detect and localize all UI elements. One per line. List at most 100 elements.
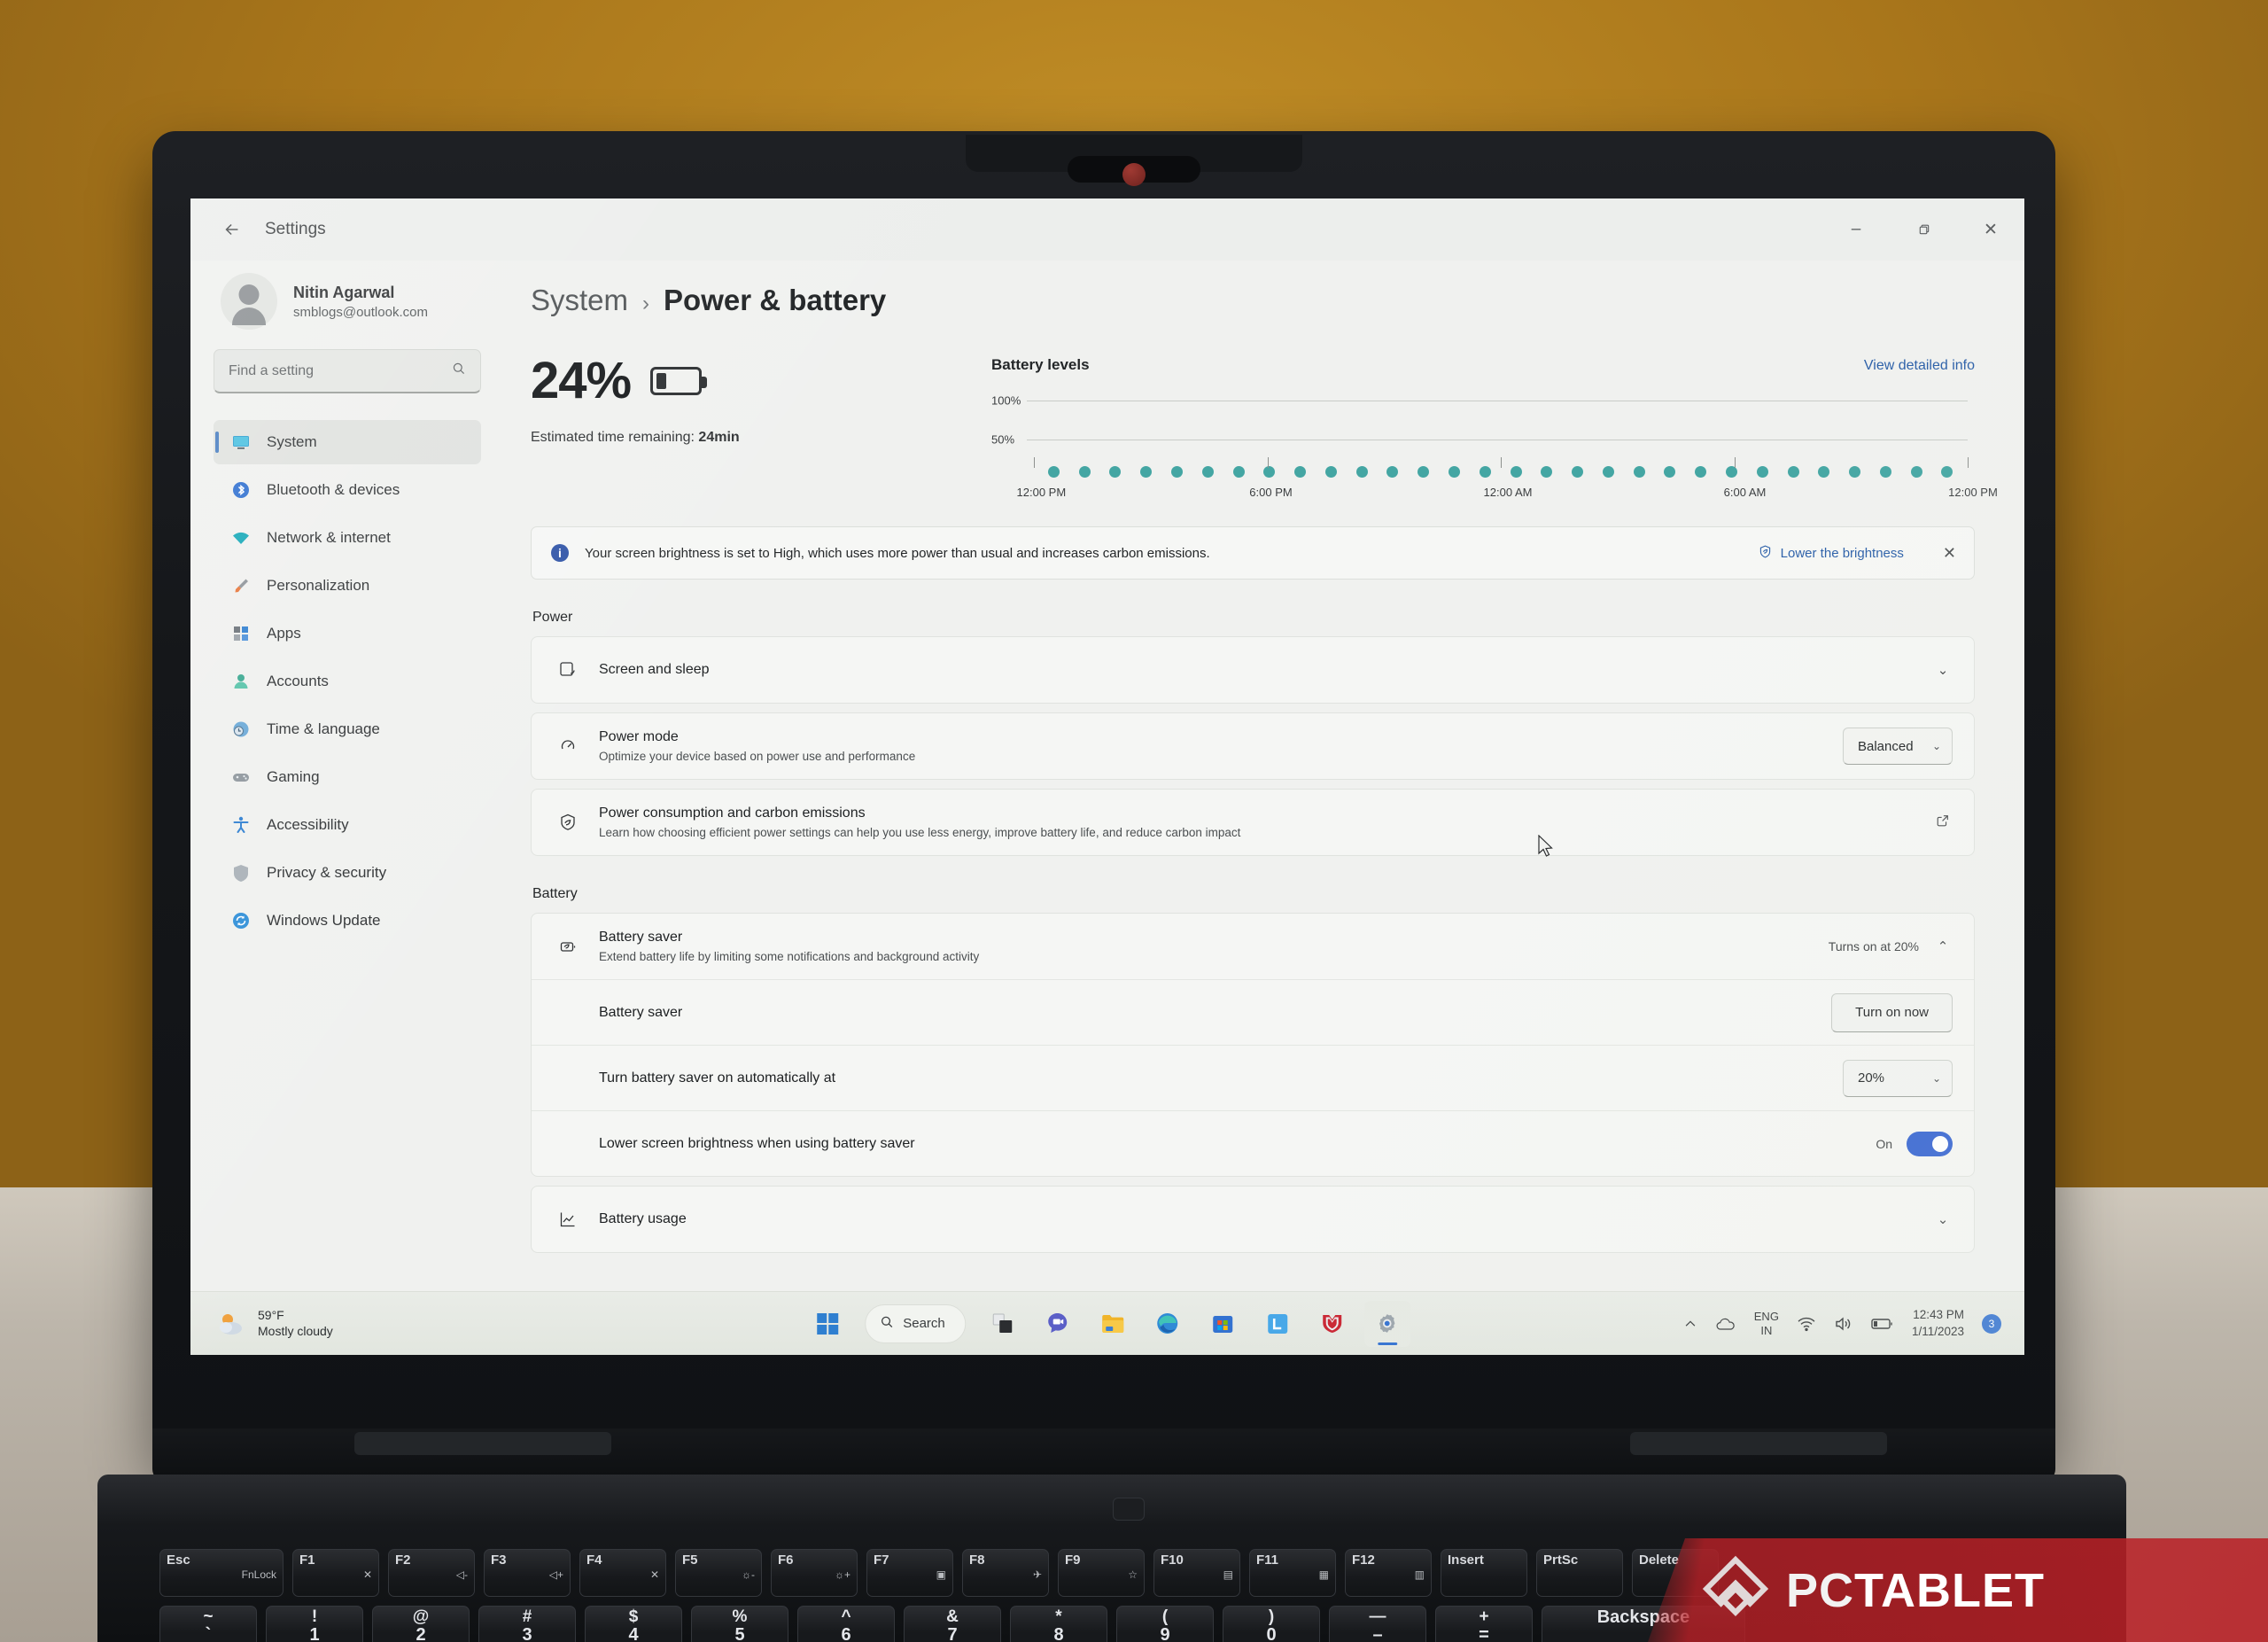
key-0[interactable]: ) 0 <box>1223 1606 1320 1642</box>
sidebar-item-personalization[interactable]: Personalization <box>214 564 481 608</box>
key-4[interactable]: $4 <box>585 1606 682 1642</box>
key-7[interactable]: & 7 <box>904 1606 1001 1642</box>
key-6[interactable]: ^ 6 <box>797 1606 895 1642</box>
battery-saver-threshold-select[interactable]: 20% ⌄ <box>1843 1059 1953 1097</box>
sidebar-item-accounts[interactable]: Accounts <box>214 659 481 704</box>
key-`[interactable]: ~ ` <box>159 1606 257 1642</box>
taskbar-search-button[interactable]: Search <box>865 1303 966 1343</box>
key-f11[interactable]: F11 ▦ <box>1249 1549 1336 1597</box>
screen-and-sleep-card[interactable]: Screen and sleep ⌄ <box>531 636 1975 704</box>
settings-gear-icon[interactable] <box>1363 1300 1410 1347</box>
key-=[interactable]: + = <box>1435 1606 1533 1642</box>
key-delete[interactable]: Delete <box>1632 1549 1719 1597</box>
row-title: Turn battery saver on automatically at <box>599 1070 836 1086</box>
key-f4[interactable]: F4 ✕ <box>579 1549 666 1597</box>
account-block[interactable]: Nitin Agarwal smblogs@outlook.com <box>214 261 481 349</box>
power-consumption-card[interactable]: Power consumption and carbon emissions L… <box>531 789 1975 856</box>
key-shift-label: ^ <box>841 1607 851 1626</box>
key-–[interactable]: — – <box>1329 1606 1426 1642</box>
search-input[interactable]: Find a setting <box>214 349 481 393</box>
mcafee-icon[interactable] <box>1309 1301 1355 1347</box>
open-external-icon[interactable] <box>1933 813 1953 831</box>
key-insert[interactable]: Insert <box>1441 1549 1527 1597</box>
back-arrow-icon[interactable] <box>214 211 251 248</box>
chat-teams-icon[interactable] <box>1035 1301 1081 1347</box>
key-9[interactable]: (9 <box>1116 1606 1214 1642</box>
sidebar-item-bluetooth-devices[interactable]: Bluetooth & devices <box>214 468 481 512</box>
key-f5[interactable]: F5 ☼- <box>675 1549 762 1597</box>
key-3[interactable]: #3 <box>478 1606 576 1642</box>
eta-value: 24min <box>698 430 740 445</box>
wifi-icon[interactable] <box>1797 1316 1816 1332</box>
taskbar: 59°F Mostly cloudy Search ENG IN 12:43 P… <box>190 1291 2024 1355</box>
breadcrumb-root[interactable]: System <box>531 284 628 317</box>
key-f12[interactable]: F12 ▥ <box>1345 1549 1432 1597</box>
key-f9[interactable]: F9 ☆ <box>1058 1549 1145 1597</box>
key-2[interactable]: @2 <box>372 1606 470 1642</box>
key-f8[interactable]: F8 ✈ <box>962 1549 1049 1597</box>
lower-brightness-link[interactable]: Lower the brightness <box>1758 544 1904 563</box>
key-5[interactable]: % 5 <box>691 1606 788 1642</box>
screen-and-sleep-row[interactable]: Screen and sleep ⌄ <box>532 637 1974 703</box>
chevron-up-icon[interactable] <box>1683 1317 1697 1331</box>
key-label: 6 <box>841 1624 851 1642</box>
lower-brightness-toggle[interactable] <box>1907 1131 1953 1156</box>
key-esc[interactable]: Esc FnLock <box>159 1549 284 1597</box>
microsoft-edge-icon[interactable] <box>1145 1301 1191 1347</box>
maximize-button[interactable] <box>1890 198 1957 261</box>
sidebar-item-time-language[interactable]: Time & language <box>214 707 481 751</box>
weather-widget[interactable]: 59°F Mostly cloudy <box>190 1308 333 1339</box>
turn-on-now-button[interactable]: Turn on now <box>1831 992 1953 1032</box>
sidebar-item-privacy-security[interactable]: Privacy & security <box>214 851 481 895</box>
clock-globe-icon <box>229 718 252 741</box>
key-backspace[interactable]: Backspace <box>1542 1606 1745 1642</box>
microsoft-store-icon[interactable] <box>1200 1301 1246 1347</box>
file-explorer-icon[interactable] <box>1090 1301 1136 1347</box>
battery-percent: 24% <box>531 352 632 409</box>
windows-start-icon[interactable] <box>804 1301 850 1347</box>
battery-usage-row[interactable]: Battery usage ⌄ <box>532 1187 1974 1252</box>
key-f6[interactable]: F6 ☼+ <box>771 1549 858 1597</box>
sidebar-item-apps[interactable]: Apps <box>214 611 481 656</box>
chevron-down-icon[interactable]: ⌄ <box>1933 1211 1953 1227</box>
key-prtsc[interactable]: PrtSc <box>1536 1549 1623 1597</box>
battery-low-icon[interactable] <box>1871 1317 1894 1331</box>
laptop-screen: Settings – ✕ Nitin Agarwal smblogs@outlo… <box>190 198 2024 1355</box>
notification-badge[interactable]: 3 <box>1982 1313 2001 1334</box>
battery-saver-header-row[interactable]: Battery saver Extend battery life by lim… <box>532 914 1974 979</box>
onedrive-cloud-icon[interactable] <box>1715 1316 1736 1332</box>
power-mode-select[interactable]: Balanced ⌄ <box>1843 728 1953 765</box>
sidebar-item-network-internet[interactable]: Network & internet <box>214 516 481 560</box>
close-button[interactable]: ✕ <box>1957 198 2024 261</box>
account-email: smblogs@outlook.com <box>293 304 428 320</box>
key-f7[interactable]: F7 ▣ <box>866 1549 953 1597</box>
chevron-down-icon[interactable]: ⌄ <box>1933 662 1953 678</box>
key-label: F10 <box>1161 1553 1184 1568</box>
brightness-notification-banner: i Your screen brightness is set to High,… <box>531 526 1975 580</box>
battery-usage-card[interactable]: Battery usage ⌄ <box>531 1186 1975 1253</box>
power-consumption-row[interactable]: Power consumption and carbon emissions L… <box>532 790 1974 855</box>
power-button[interactable] <box>1113 1498 1145 1521</box>
close-icon[interactable]: ✕ <box>1943 544 1956 563</box>
key-f2[interactable]: F2 ◁- <box>388 1549 475 1597</box>
avatar <box>221 273 277 330</box>
key-shift-label: — <box>1369 1607 1386 1626</box>
chevron-up-icon[interactable]: ⌃ <box>1933 938 1953 954</box>
clock[interactable]: 12:43 PM 1/11/2023 <box>1912 1307 1964 1339</box>
key-f10[interactable]: F10 ▤ <box>1153 1549 1240 1597</box>
speaker-icon[interactable] <box>1834 1316 1853 1332</box>
key-f1[interactable]: F1 ✕︎ <box>292 1549 379 1597</box>
sidebar-item-accessibility[interactable]: Accessibility <box>214 803 481 847</box>
sidebar-item-system[interactable]: System <box>214 420 481 464</box>
key-f3[interactable]: F3 ◁+ <box>484 1549 571 1597</box>
key-8[interactable]: * 8 <box>1010 1606 1107 1642</box>
lenovo-vantage-icon[interactable] <box>1254 1301 1301 1347</box>
view-detailed-info-link[interactable]: View detailed info <box>1864 358 1975 374</box>
apps-grid-icon <box>229 622 252 645</box>
sidebar-item-windows-update[interactable]: Windows Update <box>214 899 481 943</box>
task-view-icon[interactable] <box>980 1301 1026 1347</box>
key-1[interactable]: ! 1 <box>266 1606 363 1642</box>
language-indicator[interactable]: ENG IN <box>1754 1310 1779 1337</box>
sidebar-item-gaming[interactable]: Gaming <box>214 755 481 799</box>
minimize-button[interactable]: – <box>1822 198 1890 261</box>
